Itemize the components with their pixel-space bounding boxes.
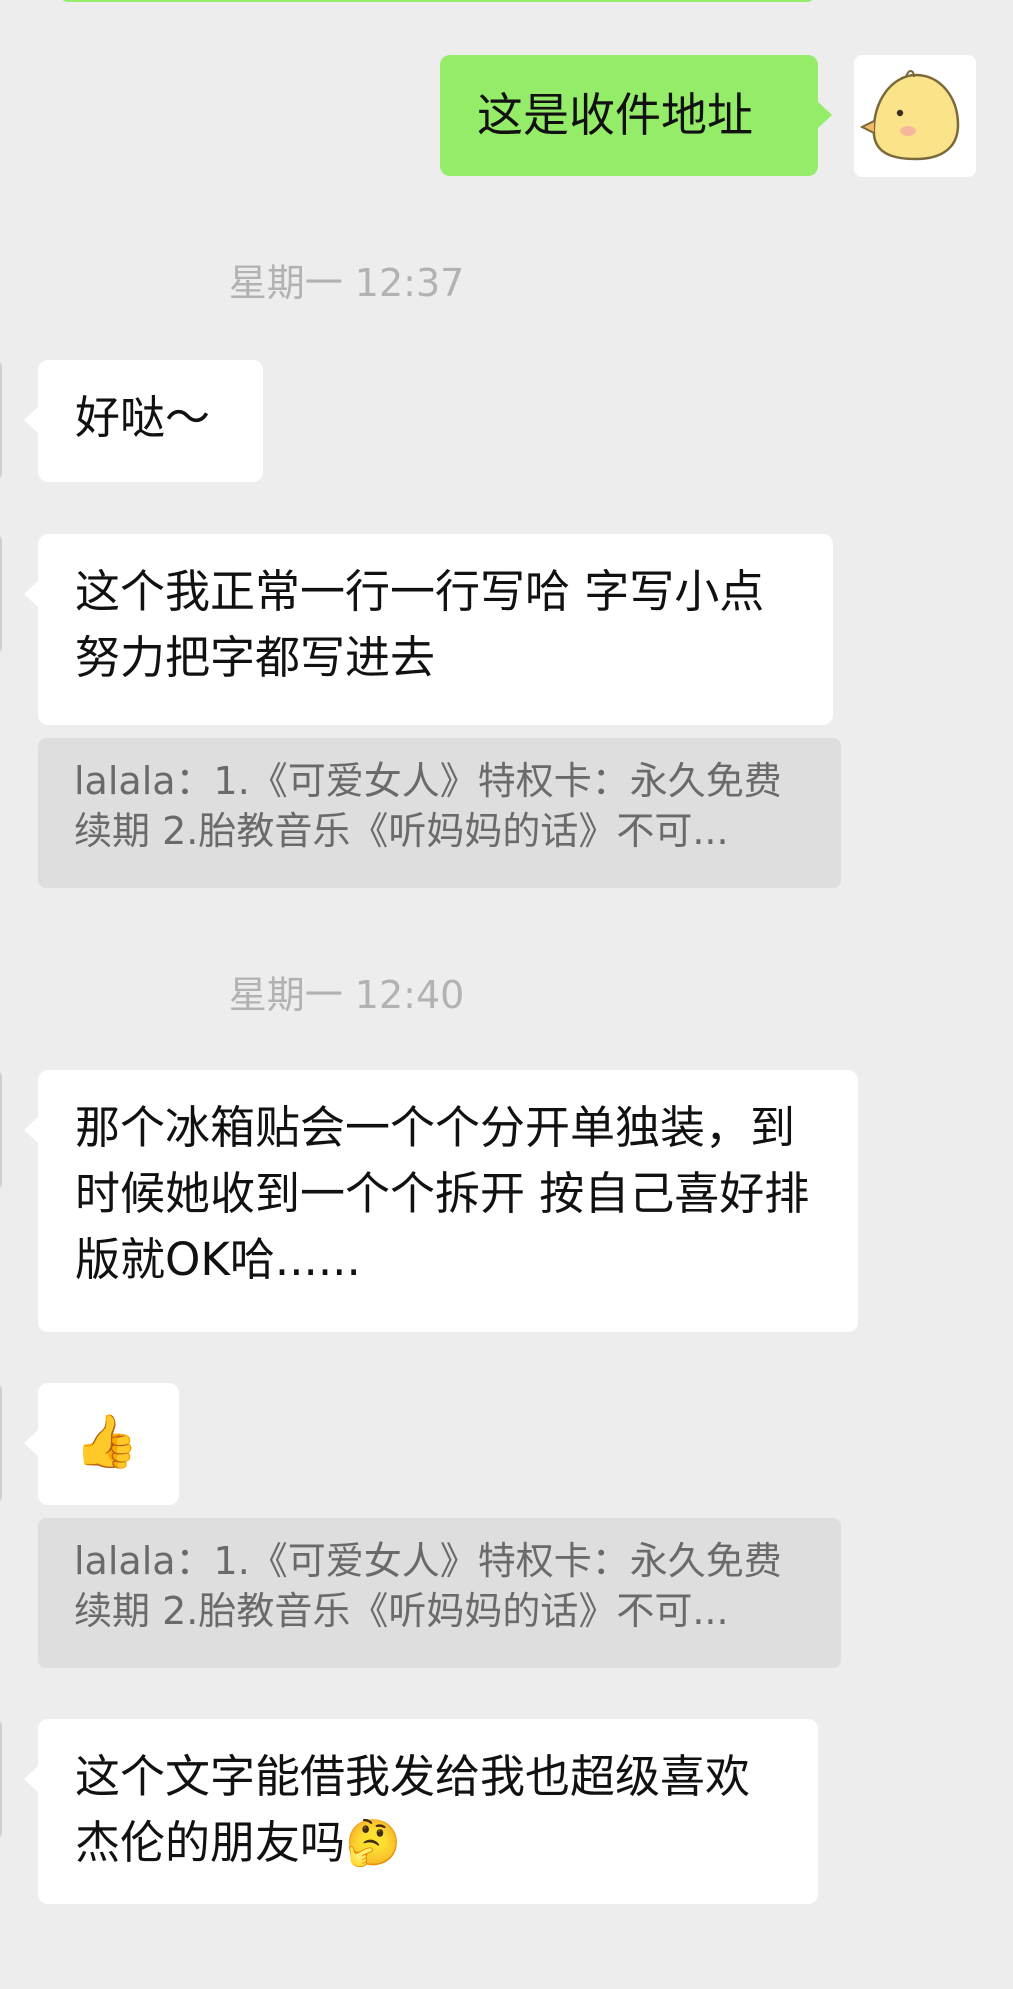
bubble-tail [24, 1116, 39, 1144]
message-text: 好哒～ [75, 391, 211, 444]
contact-avatar-edge[interactable] [0, 534, 2, 654]
my-avatar[interactable] [854, 55, 976, 177]
incoming-message-bubble[interactable]: 那个冰箱贴会一个个分开单独装，到时候她收到一个个拆开 按自己喜好排版就OK哈..… [24, 1070, 858, 1332]
incoming-message-bubble[interactable]: 这个文字能借我发给我也超级喜欢杰伦的朋友吗🤔 [24, 1719, 818, 1904]
message-text: 那个冰箱贴会一个个分开单独装，到时候她收到一个个拆开 按自己喜好排版就OK哈..… [75, 1101, 810, 1286]
timestamp: 星期一 12:37 [228, 261, 465, 305]
incoming-message-bubble[interactable]: 好哒～ [24, 360, 263, 482]
quote-line: lalala：1.《可爱女人》特权卡：永久免费 [74, 759, 782, 803]
message-text: 这个文字能借我发给我也超级喜欢杰伦的朋友吗🤔 [75, 1750, 751, 1869]
timestamp: 星期一 12:40 [228, 973, 465, 1017]
contact-avatar-edge[interactable] [0, 1719, 2, 1839]
chick-icon [859, 70, 960, 161]
bubble-tail [24, 1429, 39, 1457]
quoted-reply[interactable]: lalala：1.《可爱女人》特权卡：永久免费 续期 2.胎教音乐《听妈妈的话》… [38, 738, 841, 888]
contact-avatar-edge[interactable] [0, 1383, 2, 1503]
bubble-tail [24, 406, 39, 434]
contact-avatar-edge[interactable] [0, 360, 2, 480]
message-text: 这个我正常一行一行写哈 字写小点 努力把字都写进去 [75, 565, 765, 684]
bubble-tail [24, 1765, 39, 1793]
quoted-reply[interactable]: lalala：1.《可爱女人》特权卡：永久免费 续期 2.胎教音乐《听妈妈的话》… [38, 1518, 841, 1668]
incoming-message-bubble[interactable]: 这个我正常一行一行写哈 字写小点 努力把字都写进去 [24, 534, 833, 725]
incoming-message-bubble[interactable]: 👍 [24, 1383, 179, 1505]
quote-line: 续期 2.胎教音乐《听妈妈的话》不可... [74, 809, 729, 853]
quote-line: 续期 2.胎教音乐《听妈妈的话》不可... [74, 1589, 729, 1633]
contact-avatar-edge[interactable] [0, 1070, 2, 1190]
bubble-tail [817, 101, 832, 129]
previous-outgoing-bubble-edge [60, 0, 815, 2]
message-text: 这是收件地址 [477, 88, 753, 142]
thumbs-up-emoji: 👍 [74, 1412, 139, 1472]
quote-line: lalala：1.《可爱女人》特权卡：永久免费 [74, 1539, 782, 1583]
outgoing-message-bubble[interactable]: 这是收件地址 [440, 55, 832, 176]
bubble-tail [24, 580, 39, 608]
